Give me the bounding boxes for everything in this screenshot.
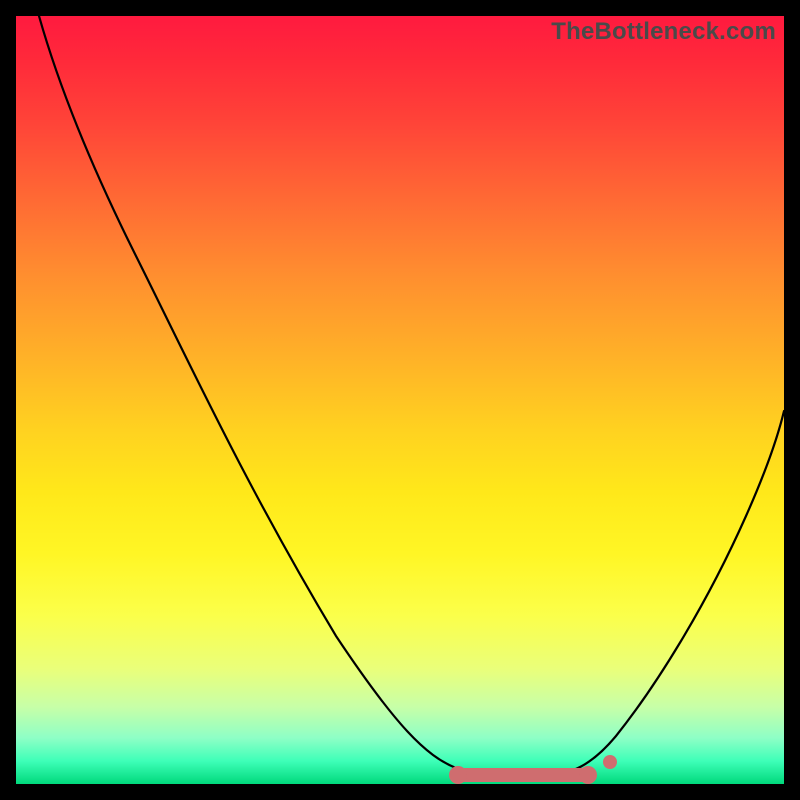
right-dot-marker [603,755,617,769]
bottleneck-curve [39,16,784,777]
bottom-marker-left-cap [449,766,467,784]
bottom-marker-blob [454,768,592,782]
bottom-marker-right-cap [579,766,597,784]
chart-overlay [16,16,784,784]
plot-area: TheBottleneck.com [16,16,784,784]
